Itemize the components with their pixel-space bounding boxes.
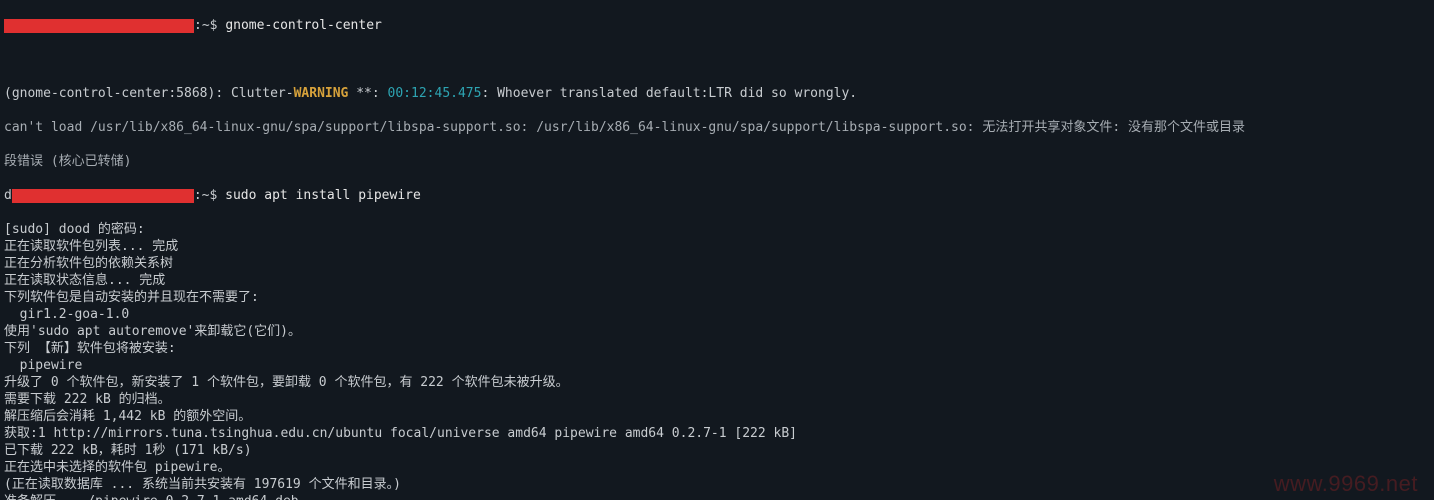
prompt-line-1: xxxxxxxxxxxxxxxxxxxxxxx:~$ gnome-control… [4,17,1430,34]
apt-line: 正在读取软件包列表... 完成 [4,238,1430,255]
redacted-host-2: xxxxxxxxxxxxxxxxxxxxxx [12,189,194,203]
apt-output-block: [sudo] dood 的密码:正在读取软件包列表... 完成正在分析软件包的依… [4,221,1430,500]
warning-label: WARNING [294,86,349,101]
apt-line: (正在读取数据库 ... 系统当前共安装有 197619 个文件和目录。) [4,476,1430,493]
apt-line: 正在分析软件包的依赖关系树 [4,255,1430,272]
clutter-warning-line: (gnome-control-center:5868): Clutter-WAR… [4,85,1430,102]
prompt-suffix-1: :~$ [194,18,225,33]
apt-line: 正在选中未选择的软件包 pipewire。 [4,459,1430,476]
apt-line: 解压缩后会消耗 1,442 kB 的额外空间。 [4,408,1430,425]
log-message: : Whoever translated default:LTR did so … [481,86,857,101]
leading-char: d [4,188,12,203]
apt-line: 正在读取状态信息... 完成 [4,272,1430,289]
log-timestamp: 00:12:45.475 [388,86,482,101]
redacted-host-1: xxxxxxxxxxxxxxxxxxxxxxx [4,19,194,33]
apt-line: 使用'sudo apt autoremove'来卸载它(它们)。 [4,323,1430,340]
apt-line: pipewire [4,357,1430,374]
blank-line [4,51,1430,68]
command-2: sudo apt install pipewire [225,188,421,203]
log-mid: **: [348,86,387,101]
log-prefix: (gnome-control-center:5868): Clutter- [4,86,294,101]
apt-line: 已下载 222 kB，耗时 1秒 (171 kB/s) [4,442,1430,459]
apt-line: 准备解压 .../pipewire_0.2.7-1_amd64.deb ... [4,493,1430,500]
prompt-suffix-2: :~$ [194,188,225,203]
apt-line: 升级了 0 个软件包，新安装了 1 个软件包，要卸载 0 个软件包，有 222 … [4,374,1430,391]
apt-line: 获取:1 http://mirrors.tuna.tsinghua.edu.cn… [4,425,1430,442]
apt-line: [sudo] dood 的密码: [4,221,1430,238]
watermark: www.9969.net [1274,475,1418,492]
apt-line: 下列软件包是自动安装的并且现在不需要了: [4,289,1430,306]
apt-line: gir1.2-goa-1.0 [4,306,1430,323]
segfault-line: 段错误 (核心已转储) [4,153,1430,170]
cant-load-line: can't load /usr/lib/x86_64-linux-gnu/spa… [4,119,1430,136]
apt-line: 下列 【新】软件包将被安装: [4,340,1430,357]
command-1: gnome-control-center [225,18,382,33]
terminal-output[interactable]: xxxxxxxxxxxxxxxxxxxxxxx:~$ gnome-control… [0,0,1434,500]
prompt-line-2: dxxxxxxxxxxxxxxxxxxxxxx:~$ sudo apt inst… [4,187,1430,204]
apt-line: 需要下载 222 kB 的归档。 [4,391,1430,408]
